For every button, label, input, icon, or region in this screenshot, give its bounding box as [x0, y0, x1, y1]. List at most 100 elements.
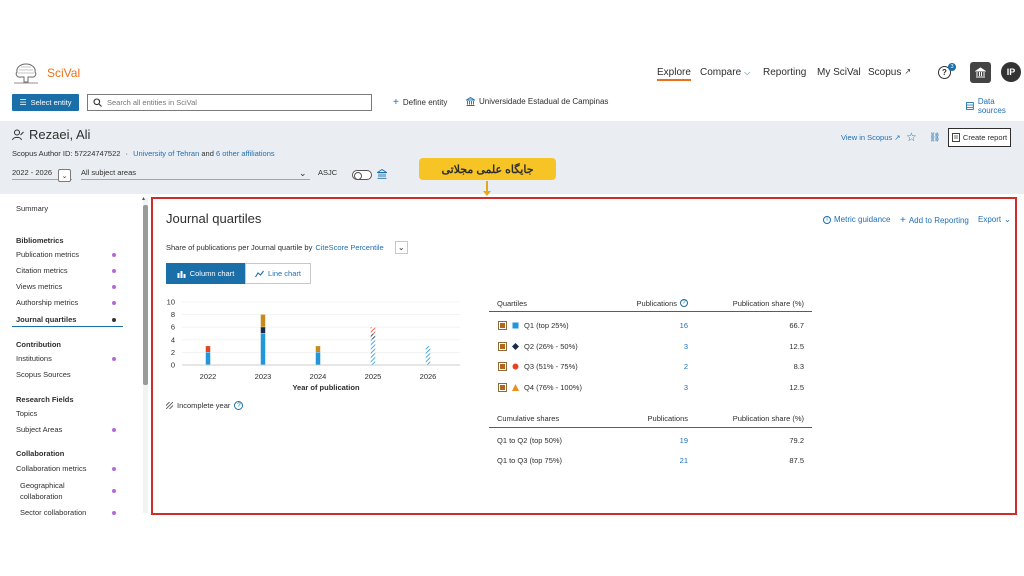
quartiles-table: Quartiles Publications ? Publication sha…: [489, 295, 812, 471]
quartile-label: Q4 (76% - 100%): [524, 382, 582, 392]
sidebar-item-scopus-sources[interactable]: Scopus Sources: [16, 370, 71, 379]
quartile-cell: Q4 (76% - 100%): [498, 382, 582, 392]
cumulative-publications-link[interactable]: 21: [680, 456, 688, 465]
bar-segment-q1-2022[interactable]: [205, 352, 211, 365]
nav-my-scival[interactable]: My SciVal: [817, 67, 861, 78]
bar-segment-q1-2024[interactable]: [315, 352, 321, 365]
app-logo-text[interactable]: SciVal: [47, 66, 80, 80]
sidebar-item-geographical-collaboration[interactable]: Geographical collaboration: [20, 480, 90, 502]
publications-count-link[interactable]: 3: [684, 383, 688, 392]
sidebar-scroll-thumb[interactable]: [143, 205, 148, 385]
metric-guidance-link[interactable]: i Metric guidance: [823, 215, 890, 224]
citescore-link[interactable]: CiteScore Percentile: [315, 243, 383, 252]
sidebar-item-authorship-metrics[interactable]: Authorship metrics: [16, 298, 78, 307]
institution-filter-icon[interactable]: [377, 169, 387, 179]
institution-icon[interactable]: [970, 62, 991, 83]
subject-area-select[interactable]: All subject areas: [81, 168, 310, 180]
cumulative-share: 87.5: [789, 456, 804, 466]
asjc-label: ASJC: [318, 168, 338, 177]
define-entity-label: Define entity: [402, 98, 448, 107]
author-title: Rezaei, Ali: [12, 127, 90, 142]
star-icon[interactable]: ☆: [906, 130, 917, 144]
year-range-dropdown-icon[interactable]: ⌄: [58, 169, 71, 182]
author-name: Rezaei, Ali: [29, 127, 91, 142]
nav-explore[interactable]: Explore: [657, 67, 691, 81]
sidebar-item-sector-collaboration[interactable]: Sector collaboration: [20, 508, 86, 517]
sidebar-dot-icon: [112, 357, 116, 361]
sidebar-dot-icon: [112, 269, 116, 273]
asjc-toggle[interactable]: [352, 170, 372, 180]
table-header-row: Quartiles Publications ? Publication sha…: [489, 295, 812, 312]
header-share: Publication share (%): [732, 298, 804, 308]
user-avatar[interactable]: IP: [1001, 62, 1021, 82]
publication-share: 12.5: [789, 341, 804, 351]
series-checkbox[interactable]: [498, 341, 507, 351]
add-to-reporting-label: Add to Reporting: [908, 216, 969, 225]
nav-compare[interactable]: Compare ⌵: [700, 67, 750, 78]
search-box[interactable]: [87, 94, 372, 111]
bar-chart-icon: [177, 270, 186, 278]
publications-count-link[interactable]: 16: [680, 321, 688, 330]
bar-segment-q3-2022[interactable]: [205, 346, 211, 352]
select-entity-button[interactable]: ☰ Select entity: [12, 94, 79, 111]
nav-reporting[interactable]: Reporting: [763, 67, 806, 78]
sidebar-item-publication-metrics[interactable]: Publication metrics: [16, 250, 79, 259]
tab-line-chart[interactable]: Line chart: [245, 263, 311, 284]
help-circle-icon[interactable]: ?: [680, 299, 688, 307]
subject-area-chevron-icon[interactable]: ⌄: [299, 168, 307, 179]
publications-count-link[interactable]: 2: [684, 362, 688, 371]
add-to-reporting-button[interactable]: + Add to Reporting: [900, 215, 969, 226]
bar-segment-q2-2025[interactable]: [370, 333, 376, 340]
publications-count-link[interactable]: 3: [684, 342, 688, 351]
sidebar-item-institutions[interactable]: Institutions: [16, 354, 52, 363]
series-checkbox[interactable]: [498, 362, 507, 372]
scroll-up-icon[interactable]: ▴: [142, 195, 145, 202]
bar-segment-q1-2025[interactable]: [370, 339, 376, 365]
sidebar-dot-icon: [112, 285, 116, 289]
sidebar-dot-icon: [112, 428, 116, 432]
export-button[interactable]: Export ⌄: [978, 215, 1011, 224]
sidebar-item-summary[interactable]: Summary: [16, 204, 48, 213]
nav-compare-label: Compare: [700, 67, 742, 78]
x-tick-label: 2026: [420, 372, 437, 381]
table-spacer: [489, 398, 812, 410]
table-row: Q2 (26% - 50%) 3 12.5: [489, 336, 812, 357]
sidebar-item-subject-areas[interactable]: Subject Areas: [16, 425, 62, 434]
database-icon: [966, 102, 974, 110]
search-input[interactable]: [107, 98, 357, 107]
link-icon[interactable]: ⛓: [929, 132, 940, 143]
cumulative-publications-link[interactable]: 19: [680, 436, 688, 445]
nav-scopus[interactable]: Scopus ↗: [868, 67, 911, 78]
sidebar-item-topics[interactable]: Topics: [16, 409, 37, 418]
define-entity-button[interactable]: + Define entity: [393, 97, 447, 108]
nav-scopus-label: Scopus: [868, 67, 902, 78]
bar-segment-q3-2025[interactable]: [370, 327, 376, 334]
tab-column-chart[interactable]: Column chart: [166, 263, 245, 284]
create-report-button[interactable]: Create report: [948, 128, 1011, 147]
series-checkbox[interactable]: [498, 382, 507, 392]
header-cumulative: Cumulative shares: [497, 413, 560, 423]
sidebar-item-journal-quartiles[interactable]: Journal quartiles: [16, 315, 76, 324]
help-circle-icon[interactable]: ?: [234, 401, 244, 410]
subline-prefix: Share of publications per Journal quarti…: [166, 243, 313, 252]
view-in-scopus-link[interactable]: View in Scopus ↗: [841, 133, 901, 142]
series-square-marker-icon: [512, 322, 519, 329]
sidebar-item-views-metrics[interactable]: Views metrics: [16, 282, 62, 291]
person-icon: [12, 129, 24, 140]
bar-segment-q4-2023[interactable]: [260, 314, 266, 327]
line-chart-icon: [255, 270, 264, 277]
bar-segment-q1-2023[interactable]: [260, 333, 266, 365]
affiliation-link[interactable]: University of Tehran: [133, 149, 199, 158]
series-checkbox[interactable]: [498, 320, 507, 330]
institution-link[interactable]: Universidade Estadual de Campinas: [466, 97, 608, 106]
cumulative-label: Q1 to Q3 (top 75%): [497, 456, 563, 466]
other-affiliations-link[interactable]: 6 other affiliations: [216, 149, 275, 158]
series-triangle-marker-icon: [512, 383, 519, 391]
sidebar-item-citation-metrics[interactable]: Citation metrics: [16, 266, 68, 275]
sidebar-item-collaboration-metrics[interactable]: Collaboration metrics: [16, 464, 86, 473]
data-sources-link[interactable]: Data sources: [966, 97, 1024, 115]
bar-segment-q1-2026[interactable]: [425, 346, 431, 365]
bar-segment-q4-2024[interactable]: [315, 346, 321, 352]
metric-dropdown-icon[interactable]: ⌄: [394, 241, 408, 254]
bar-segment-q2-2023[interactable]: [260, 327, 266, 334]
